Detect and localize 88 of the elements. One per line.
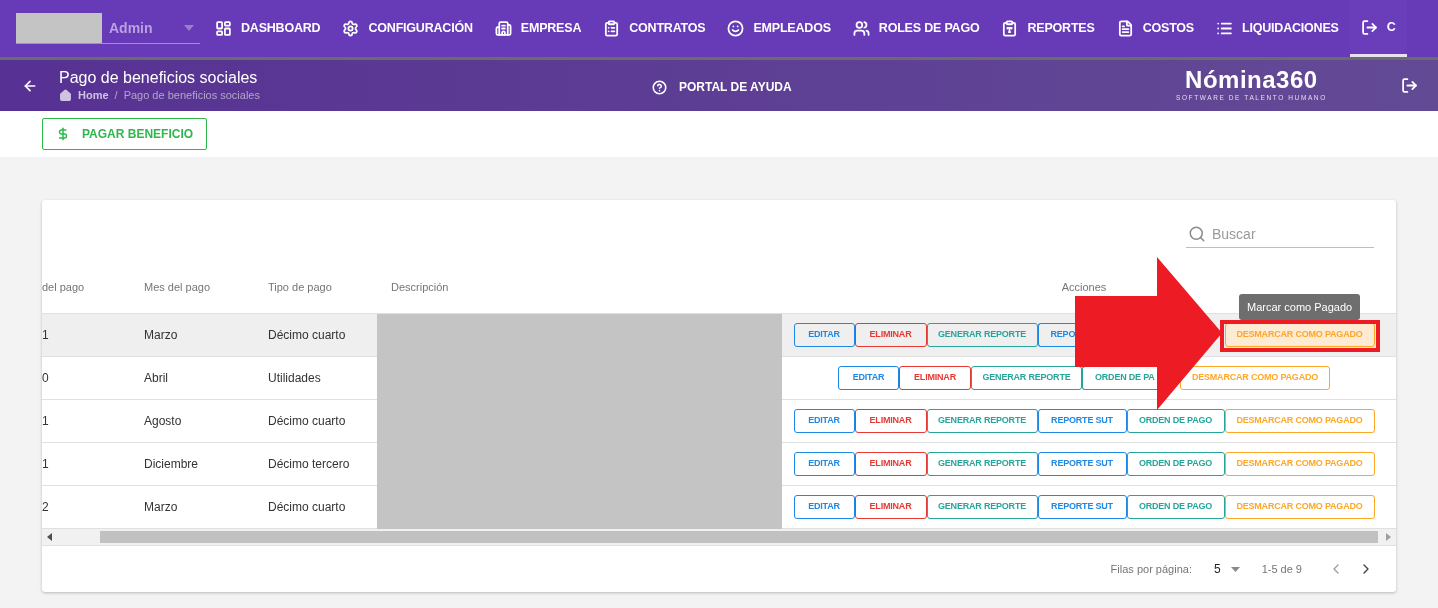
horizontal-scrollbar[interactable]	[42, 529, 1396, 545]
action-button[interactable]: DESMARCAR COMO PAGADO	[1224, 495, 1375, 519]
action-button[interactable]: EDITAR	[793, 409, 855, 433]
list-icon	[1216, 20, 1233, 37]
breadcrumb-separator: /	[114, 88, 118, 103]
logout-icon[interactable]	[1401, 77, 1418, 94]
table-cell-text: Décimo tercero	[268, 456, 351, 473]
table-cell-text: Abril	[144, 370, 169, 387]
help-icon	[652, 79, 667, 95]
action-button[interactable]: ELIMINAR	[899, 366, 971, 390]
search-field[interactable]: Buscar	[1212, 221, 1362, 246]
action-button[interactable]: REPORTE SUT	[1037, 409, 1127, 433]
action-button[interactable]: ELIMINAR	[854, 495, 927, 519]
page-title: Pago de beneficios sociales	[59, 68, 259, 88]
action-button[interactable]: REPORTE SUT	[1037, 495, 1127, 519]
action-button[interactable]: ORDEN DE PAGO	[1126, 409, 1225, 433]
logout-icon	[1360, 18, 1378, 36]
action-button[interactable]: GENERAR REPORTE	[971, 366, 1082, 390]
nav-tab[interactable]: COSTOS	[1105, 0, 1205, 57]
breadcrumb-current: Pago de beneficios sociales	[123, 88, 260, 103]
people-icon	[852, 20, 870, 37]
action-button[interactable]: DESMARCAR COMO PAGADO	[1224, 409, 1375, 433]
action-button[interactable]: GENERAR REPORTE	[926, 495, 1038, 519]
face-icon	[727, 20, 745, 37]
action-button[interactable]: ELIMINAR	[854, 452, 927, 476]
action-button[interactable]: EDITAR	[838, 366, 899, 390]
table-row[interactable]: 2 Marzo Décimo cuarto EDITAR ELIMINAR GENERAR REPORTE REPORTE SUT ORDEN DE PAGO DESMARCAR COMO PAGADO	[42, 486, 1396, 529]
column-header: Tipo de pago	[268, 279, 333, 295]
table-cell-text: 1	[42, 327, 50, 344]
table-row[interactable]: 1 Agosto Décimo cuarto EDITAR ELIMINAR GENERAR REPORTE REPORTE SUT ORDEN DE PAGO DESMARCAR COMO PAGADO	[42, 400, 1396, 443]
dashboard-icon	[215, 20, 232, 37]
table-cell-text: Décimo cuarto	[268, 413, 347, 430]
action-button[interactable]: ELIMINAR	[854, 323, 927, 347]
rows-per-page-label: Filas por página:	[1110, 561, 1192, 577]
table-cell-text: Marzo	[144, 499, 179, 516]
action-button[interactable]: EDITAR	[793, 323, 855, 347]
column-header: Mes del pago	[144, 279, 212, 295]
action-button[interactable]: ORDEN DE PAGO	[1126, 495, 1225, 519]
action-button[interactable]: ORDEN DE PAGO	[1126, 452, 1225, 476]
user-select[interactable]: Admin	[16, 13, 200, 44]
table-cell-text: Marzo	[144, 327, 179, 344]
nav-tab[interactable]: CONFIGURACIÓN	[331, 0, 484, 57]
home-icon	[59, 89, 72, 102]
document-icon	[1116, 20, 1134, 37]
search-icon	[1188, 224, 1206, 243]
help-link[interactable]: PORTAL DE AYUDA	[652, 78, 792, 96]
settings-icon	[342, 20, 360, 37]
building-icon	[494, 20, 512, 37]
nav-tab[interactable]: LIQUIDACIONES	[1205, 0, 1350, 57]
table-cell-text: 2	[42, 499, 50, 516]
table-row[interactable]: 0 Abril Utilidades EDITAR ELIMINAR GENERAR REPORTE ORDEN DE PA DESMARCAR COMO PAGADO	[42, 357, 1396, 400]
rows-per-page-select[interactable]: 5	[1213, 560, 1240, 578]
table-cell-text: 1	[42, 456, 50, 473]
table-cell-text: Diciembre	[144, 456, 199, 473]
page-range: 1-5 de 9	[1261, 561, 1302, 577]
nav-tab[interactable]: REPORTES	[990, 0, 1106, 57]
action-button[interactable]: GENERAR REPORTE	[926, 452, 1038, 476]
scroll-left-icon[interactable]	[47, 533, 52, 541]
table-cell-text: Agosto	[144, 413, 183, 430]
breadcrumb-link[interactable]: Home	[78, 88, 109, 103]
caret-icon	[184, 24, 194, 31]
column-header: del pago	[42, 279, 86, 295]
scrollbar-thumb[interactable]	[100, 531, 1378, 543]
caret-icon	[1230, 566, 1240, 572]
tooltip: Marcar como Pagado	[1239, 294, 1361, 320]
action-button[interactable]: DESMARCAR COMO PAGADO	[1224, 452, 1375, 476]
column-header: Descripción	[391, 279, 450, 295]
action-button[interactable]: GENERAR REPORTE	[926, 323, 1038, 347]
column-header: Acciones	[1060, 279, 1108, 295]
nav-tab[interactable]: EMPLEADOS	[716, 0, 842, 57]
table-cell-text: 1	[42, 413, 50, 430]
table-cell-text: Décimo cuarto	[268, 499, 347, 516]
nav-tab[interactable]: EMPRESA	[483, 0, 593, 57]
action-button[interactable]: EDITAR	[793, 452, 855, 476]
table-row[interactable]: 1 Diciembre Décimo tercero EDITAR ELIMINAR GENERAR REPORTE REPORTE SUT ORDEN DE PAGO DESMARCAR COMO PAGADO	[42, 443, 1396, 486]
clipboard-icon	[1001, 20, 1019, 37]
table-cell-text: Utilidades	[268, 370, 322, 387]
pay-benefit-button[interactable]: PAGAR BENEFICIO	[42, 118, 207, 150]
action-button[interactable]: REPORTE SUT	[1037, 452, 1127, 476]
nav-tab[interactable]: DASHBOARD	[204, 0, 332, 57]
action-button[interactable]: GENERAR REPORTE	[926, 409, 1038, 433]
table-cell-text: 0	[42, 370, 50, 387]
nav-tab[interactable]: CONTRATOS	[592, 0, 717, 57]
action-button[interactable]: ELIMINAR	[854, 409, 927, 433]
action-button[interactable]: EDITAR	[793, 495, 855, 519]
nav-tab[interactable]: ROLES DE PAGO	[841, 0, 991, 57]
clipboard-icon	[603, 20, 621, 37]
table-cell-text: Décimo cuarto	[268, 327, 347, 344]
